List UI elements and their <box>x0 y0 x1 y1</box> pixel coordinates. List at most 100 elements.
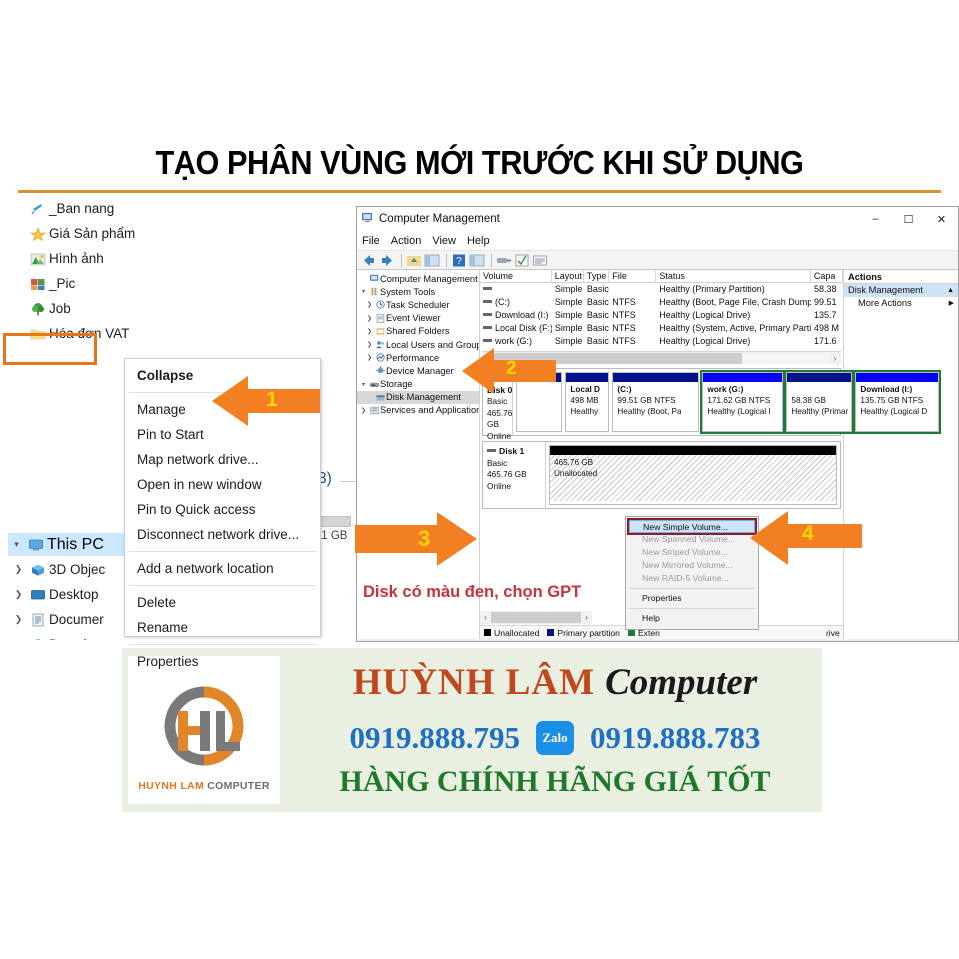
menu-item-help[interactable]: Help <box>626 612 758 625</box>
table-row[interactable]: Download (I:) Simple Basic NTFS Healthy … <box>480 309 843 322</box>
action-disk-management[interactable]: Disk Management ▲ <box>844 284 958 297</box>
list-view-icon[interactable] <box>532 253 548 268</box>
partition-size: 498 MB <box>570 395 599 405</box>
cell-status: Healthy (System, Active, Primary Partiti… <box>659 323 811 333</box>
sidebar-item-label: This PC <box>47 535 104 553</box>
table-row[interactable]: Simple Basic Healthy (Primary Partition)… <box>480 283 843 296</box>
menu-item-properties[interactable]: Properties <box>125 649 320 674</box>
chevron-right-icon[interactable]: ▶ <box>949 297 954 310</box>
partition-name: (C:) <box>617 385 632 394</box>
window-titlebar: Computer Management – ☐ ✕ <box>357 207 958 232</box>
quick-access-item[interactable]: Job 📌 <box>10 296 190 321</box>
partition-name: Local D <box>570 385 600 394</box>
quick-access-item[interactable]: _Pic 📌 <box>10 271 190 296</box>
tree-folder-icon <box>27 302 49 316</box>
menu-item-properties[interactable]: Properties <box>626 592 758 605</box>
menu-item-map-network-drive[interactable]: Map network drive... <box>125 447 320 472</box>
tree-item-root[interactable]: Computer Management (Local <box>357 272 479 285</box>
scroll-right-arrow-icon[interactable]: › <box>829 354 841 363</box>
chevron-right-icon[interactable]: ❯ <box>10 564 27 575</box>
folder-icon <box>27 327 49 341</box>
chevron-right-icon[interactable]: ❯ <box>365 328 374 335</box>
phone-number-1[interactable]: 0919.888.795 <box>350 715 521 761</box>
menu-item-rename[interactable]: Rename <box>125 615 320 640</box>
chevron-right-icon[interactable]: ❯ <box>365 301 374 308</box>
menu-view[interactable]: View <box>432 235 456 247</box>
partition-local-d[interactable]: Local D 498 MB Healthy <box>565 372 610 432</box>
zalo-icon[interactable]: Zalo <box>536 720 574 755</box>
action-more-actions[interactable]: More Actions ▶ <box>844 297 958 310</box>
menu-item-open-in-new-window[interactable]: Open in new window <box>125 472 320 497</box>
partition-work-g[interactable]: work (G:) 171.62 GB NTFS Healthy (Logica… <box>700 370 786 434</box>
chevron-up-icon[interactable]: ▲ <box>947 284 954 297</box>
table-row[interactable]: Local Disk (F:) Simple Basic NTFS Health… <box>480 322 843 335</box>
menu-file[interactable]: File <box>362 235 380 247</box>
menu-item-disconnect-network-drive[interactable]: Disconnect network drive... <box>125 522 320 547</box>
tree-item-disk-management[interactable]: Disk Management <box>357 390 479 404</box>
chevron-right-icon[interactable]: ❯ <box>10 614 27 625</box>
connect-icon[interactable] <box>496 253 512 268</box>
column-header-capacity[interactable]: Capa <box>811 270 843 282</box>
chevron-down-icon[interactable]: ▾ <box>8 539 25 550</box>
tree-item-storage[interactable]: ▾ Storage <box>357 378 479 391</box>
menu-item-new-simple-volume[interactable]: New Simple Volume... <box>627 518 757 535</box>
tree-item-device-manager[interactable]: Device Manager <box>357 364 479 377</box>
quick-access-label: Hình ảnh <box>49 251 104 266</box>
chevron-down-icon[interactable]: ▾ <box>359 288 368 295</box>
maximize-button[interactable]: ☐ <box>892 207 925 232</box>
phone-number-2[interactable]: 0919.888.783 <box>590 715 761 761</box>
chevron-right-icon[interactable]: ❯ <box>365 354 374 361</box>
menu-help[interactable]: Help <box>467 235 490 247</box>
chevron-right-icon[interactable]: ❯ <box>10 639 27 640</box>
partition-unallocated[interactable]: 465.76 GB Unallocated <box>549 445 837 505</box>
tree-item-system-tools[interactable]: ▾ System Tools <box>357 285 479 298</box>
partition-color-band <box>613 373 699 382</box>
column-header-volume[interactable]: Volume <box>480 270 552 282</box>
forward-arrow-icon[interactable] <box>379 253 395 268</box>
clock-icon <box>374 300 386 310</box>
minimize-button[interactable]: – <box>859 207 892 232</box>
show-hide-tree-icon[interactable] <box>424 253 440 268</box>
tree-item-services-and-applications[interactable]: ❯ Services and Applications <box>357 404 479 417</box>
scroll-right-arrow-icon[interactable]: › <box>581 613 592 622</box>
tree-item-task-scheduler[interactable]: ❯ Task Scheduler <box>357 298 479 311</box>
quick-access-item[interactable]: Giá Sản phẩm 📌 <box>10 221 190 246</box>
column-header-layout[interactable]: Layout <box>552 270 584 282</box>
partition-c[interactable]: (C:) 99.51 GB NTFS Healthy (Boot, Pa <box>612 372 700 432</box>
action-label: More Actions <box>858 298 912 308</box>
menu-item-add-network-location[interactable]: Add a network location <box>125 556 320 581</box>
properties-panel-icon[interactable] <box>469 253 485 268</box>
cell-layout: Simple <box>554 310 583 320</box>
arrow-number: 1 <box>266 388 278 411</box>
partition-download-i[interactable]: Download (I:) 135.75 GB NTFS Healthy (Lo… <box>853 370 942 434</box>
chevron-right-icon[interactable]: ❯ <box>359 407 368 414</box>
tree-item-event-viewer[interactable]: ❯ Event Viewer <box>357 312 479 325</box>
back-arrow-icon[interactable] <box>361 253 377 268</box>
scroll-left-arrow-icon[interactable]: ‹ <box>480 613 491 622</box>
disk-row-1[interactable]: Disk 1 Basic 465.76 GB Online 465.76 GB … <box>482 441 841 509</box>
quick-access-item[interactable]: _Ban nang 📌 <box>10 196 190 221</box>
column-header-file-system[interactable]: File System <box>609 270 657 282</box>
checkmark-icon[interactable] <box>514 253 530 268</box>
close-button[interactable]: ✕ <box>925 207 958 232</box>
chevron-down-icon[interactable]: ▾ <box>359 381 368 388</box>
help-icon[interactable]: ? <box>451 253 467 268</box>
tree-item-local-users-and-groups[interactable]: ❯ Local Users and Groups <box>357 338 479 351</box>
menu-item-pin-to-quick-access[interactable]: Pin to Quick access <box>125 497 320 522</box>
partition-unnamed-58gb[interactable]: 58.38 GB Healthy (Primar <box>784 370 855 434</box>
chevron-right-icon[interactable]: ❯ <box>10 589 27 600</box>
table-row[interactable]: (C:) Simple Basic NTFS Healthy (Boot, Pa… <box>480 296 843 309</box>
menu-item-delete[interactable]: Delete <box>125 590 320 615</box>
up-folder-icon[interactable] <box>406 253 422 268</box>
quick-access-item[interactable]: Hóa đơn VAT 📌 <box>10 321 190 346</box>
column-header-type[interactable]: Type <box>584 270 610 282</box>
column-header-status[interactable]: Status <box>656 270 811 282</box>
chevron-right-icon[interactable]: ❯ <box>365 341 374 348</box>
chevron-right-icon[interactable]: ❯ <box>365 315 374 322</box>
scrollbar-thumb[interactable] <box>491 612 581 623</box>
menu-action[interactable]: Action <box>391 235 422 247</box>
tree-item-shared-folders[interactable]: ❯ Shared Folders <box>357 325 479 338</box>
quick-access-item[interactable]: Hình ảnh 📌 <box>10 246 190 271</box>
tree-item-performance[interactable]: ❯ Performance <box>357 351 479 364</box>
graphical-view-horizontal-scrollbar[interactable]: ‹ › <box>480 611 592 624</box>
